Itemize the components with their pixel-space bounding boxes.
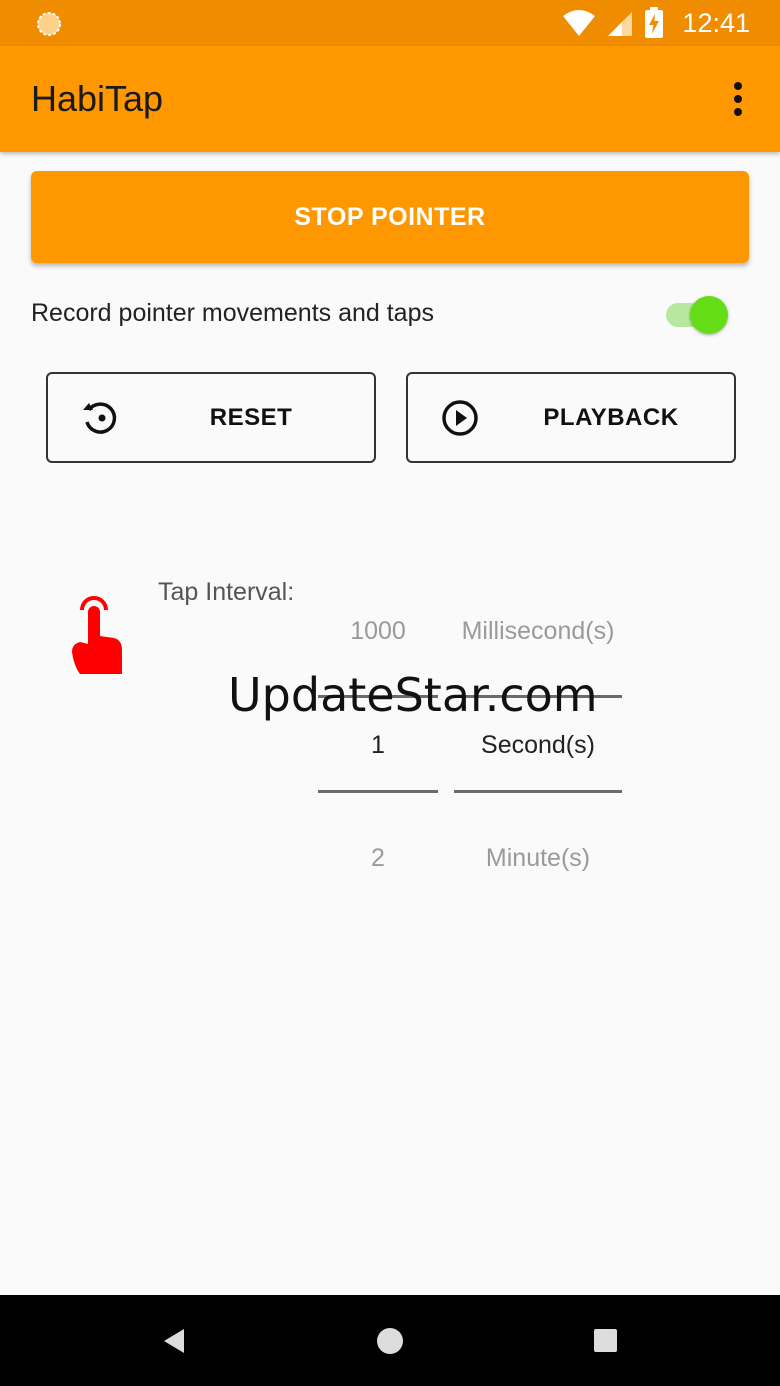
watermark-text: UpdateStar.com xyxy=(228,668,598,722)
value-picker-selected[interactable]: 1 xyxy=(318,731,438,760)
status-time: 12:41 xyxy=(682,7,750,38)
switch-thumb xyxy=(690,296,728,334)
record-toggle-switch[interactable] xyxy=(660,294,730,336)
battery-charging-icon xyxy=(645,7,664,38)
unit-picker-divider-bottom xyxy=(454,790,622,793)
playback-label: PLAYBACK xyxy=(543,404,679,431)
signal-icon xyxy=(608,12,633,36)
back-icon[interactable] xyxy=(162,1328,188,1354)
notification-sun-icon xyxy=(37,12,61,36)
more-vert-icon[interactable] xyxy=(718,76,758,126)
reset-button[interactable]: RESET xyxy=(46,372,376,463)
stop-pointer-button[interactable]: STOP POINTER xyxy=(31,171,749,263)
play-circle-icon xyxy=(442,400,478,436)
reset-label: RESET xyxy=(209,404,293,431)
record-toggle-label: Record pointer movements and taps xyxy=(31,299,434,327)
hand-pointer-icon xyxy=(72,596,122,674)
unit-picker-prev[interactable]: Millisecond(s) xyxy=(454,617,622,646)
wifi-icon xyxy=(563,10,596,36)
home-icon[interactable] xyxy=(377,1328,403,1354)
status-icons: 12:41 xyxy=(562,6,750,40)
value-picker-prev[interactable]: 1000 xyxy=(318,617,438,646)
value-picker-next[interactable]: 2 xyxy=(318,844,438,873)
app-title: HabiTap xyxy=(31,78,164,119)
tap-interval-label: Tap Interval: xyxy=(158,578,295,606)
unit-picker-selected[interactable]: Second(s) xyxy=(454,731,622,760)
app-bar: HabiTap xyxy=(0,46,780,152)
status-bar: 12:41 xyxy=(0,0,780,46)
value-picker-divider-bottom xyxy=(318,790,438,793)
recents-icon[interactable] xyxy=(594,1329,617,1352)
playback-button[interactable]: PLAYBACK xyxy=(406,372,736,463)
unit-picker-next[interactable]: Minute(s) xyxy=(454,844,622,873)
history-icon xyxy=(83,402,117,434)
